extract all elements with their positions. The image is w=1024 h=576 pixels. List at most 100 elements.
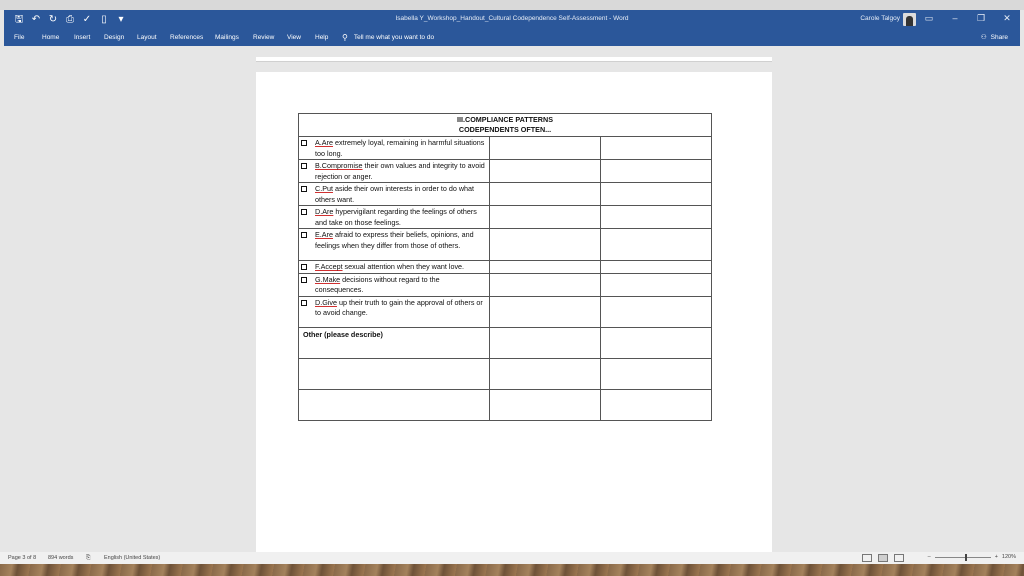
background-wood-floor <box>0 564 1024 576</box>
response-cell[interactable] <box>600 357 712 390</box>
table-row: D.Give up their truth to gain the approv… <box>298 295 712 328</box>
print-layout-icon[interactable] <box>878 554 888 562</box>
response-cell[interactable] <box>489 326 601 359</box>
response-cell[interactable] <box>489 136 601 160</box>
status-bar: Page 3 of 8 894 words ⎘ English (United … <box>0 552 1024 564</box>
ribbon-tabs: File Home Insert Design Layout Reference… <box>4 31 1020 46</box>
response-cell[interactable] <box>298 357 490 390</box>
item-text: D.Are hypervigilant regarding the feelin… <box>315 207 477 227</box>
item-text: E.Are afraid to express their beliefs, o… <box>315 230 474 250</box>
compliance-patterns-table[interactable]: III.COMPLIANCE PATTERNS CODEPENDENTS OFT… <box>298 113 712 421</box>
response-cell[interactable] <box>600 205 712 229</box>
document-page[interactable]: III.COMPLIANCE PATTERNS CODEPENDENTS OFT… <box>256 72 772 554</box>
response-cell[interactable] <box>600 295 712 328</box>
checkbox[interactable] <box>301 163 307 169</box>
lightbulb-icon: ⚲ <box>342 33 348 42</box>
checkbox[interactable] <box>301 209 307 215</box>
avatar[interactable] <box>903 13 916 26</box>
response-cell[interactable] <box>600 182 712 206</box>
response-cell[interactable] <box>489 272 601 297</box>
item-text: D.Give up their truth to gain the approv… <box>315 297 483 318</box>
tell-me-label: Tell me what you want to do <box>353 34 435 41</box>
minimize-button[interactable]: – <box>950 13 960 24</box>
table-row: Other (please describe) <box>298 326 712 359</box>
response-cell[interactable] <box>489 295 601 328</box>
tab-insert[interactable]: Insert <box>74 34 90 41</box>
response-cell[interactable] <box>489 388 601 421</box>
response-cell[interactable] <box>489 159 601 183</box>
close-button[interactable]: ✕ <box>1002 13 1012 24</box>
screen-top-strip <box>0 0 1024 10</box>
table-row: F.Accept sexual attention when they want… <box>298 260 712 274</box>
tab-view[interactable]: View <box>287 34 301 41</box>
table-row: C.Put aside their own interests in order… <box>298 182 712 206</box>
response-cell[interactable] <box>600 228 712 261</box>
tab-home[interactable]: Home <box>42 34 59 41</box>
checkbox[interactable] <box>301 299 307 306</box>
item-text: B.Compromise their own values and integr… <box>315 161 485 181</box>
table-subtitle: CODEPENDENTS OFTEN... <box>458 125 552 134</box>
table-row: E.Are afraid to express their beliefs, o… <box>298 228 712 261</box>
previous-page-bottom <box>256 57 772 62</box>
tab-design[interactable]: Design <box>104 34 124 41</box>
zoom-control: – + 120% <box>928 553 1016 561</box>
tab-review[interactable]: Review <box>253 34 274 41</box>
table-row <box>298 357 712 390</box>
table-row: A.Are extremely loyal, remaining in harm… <box>298 136 712 160</box>
item-text: C.Put aside their own interests in order… <box>315 184 475 204</box>
table-row <box>298 388 712 421</box>
response-cell[interactable] <box>600 159 712 183</box>
web-layout-icon[interactable] <box>894 554 904 562</box>
response-cell[interactable] <box>600 136 712 160</box>
response-cell[interactable] <box>489 205 601 229</box>
item-text: G.Make decisions without regard to the c… <box>315 274 440 295</box>
zoom-out-button[interactable]: – <box>928 554 931 560</box>
zoom-slider[interactable] <box>934 553 991 561</box>
zoom-level[interactable]: 120% <box>1002 554 1016 560</box>
table-header-row: III.COMPLIANCE PATTERNS CODEPENDENTS OFT… <box>298 113 712 137</box>
user-name[interactable]: Carole Talgoy <box>860 15 900 22</box>
checkbox[interactable] <box>301 276 307 283</box>
checkbox[interactable] <box>301 140 307 146</box>
response-cell[interactable] <box>489 357 601 390</box>
table-title: III.COMPLIANCE PATTERNS <box>457 115 553 124</box>
response-cell[interactable] <box>600 326 712 359</box>
page-count[interactable]: Page 3 of 8 <box>8 555 36 561</box>
item-text: F.Accept sexual attention when they want… <box>315 262 465 271</box>
tab-file[interactable]: File <box>14 34 24 41</box>
tab-layout[interactable]: Layout <box>137 34 157 41</box>
response-cell[interactable] <box>489 182 601 206</box>
other-label: Other (please describe) <box>303 329 383 339</box>
response-cell[interactable] <box>489 228 601 261</box>
read-mode-icon[interactable] <box>862 554 872 562</box>
table-title-cell: III.COMPLIANCE PATTERNS CODEPENDENTS OFT… <box>298 113 712 137</box>
restore-button[interactable]: ❐ <box>976 13 986 24</box>
table-row: B.Compromise their own values and integr… <box>298 159 712 183</box>
table-row: D.Are hypervigilant regarding the feelin… <box>298 205 712 229</box>
response-cell[interactable] <box>600 388 712 421</box>
checkbox[interactable] <box>301 232 307 238</box>
tab-mailings[interactable]: Mailings <box>215 34 239 41</box>
checkbox[interactable] <box>301 264 307 270</box>
tab-help[interactable]: Help <box>315 34 328 41</box>
tab-references[interactable]: References <box>170 34 203 41</box>
share-label: Share <box>990 33 1008 41</box>
response-cell[interactable] <box>489 260 601 274</box>
proofing-icon[interactable]: ⎘ <box>86 555 90 562</box>
word-count[interactable]: 894 words <box>48 555 73 561</box>
response-cell[interactable] <box>298 388 490 421</box>
zoom-in-button[interactable]: + <box>995 554 998 560</box>
checkbox[interactable] <box>301 186 307 192</box>
title-bar: 🖫 ↶ ↻ ⎙ ✓ ▯ ▾ Isabella Y_Workshop_Handou… <box>4 10 1020 31</box>
item-text: A.Are extremely loyal, remaining in harm… <box>315 138 485 158</box>
language-indicator[interactable]: English (United States) <box>104 555 160 561</box>
tell-me-box[interactable]: ⚲ Tell me what you want to do <box>342 33 434 42</box>
view-buttons <box>862 554 904 562</box>
ribbon-display-options-icon[interactable]: ▭ <box>924 13 934 24</box>
share-person-icon: ⚇ <box>980 34 987 41</box>
window-controls: ▭ – ❐ ✕ <box>924 13 1012 24</box>
response-cell[interactable] <box>600 272 712 297</box>
response-cell[interactable] <box>600 260 712 274</box>
table-row: G.Make decisions without regard to the c… <box>298 272 712 297</box>
share-button[interactable]: ⚇ Share <box>980 33 1008 42</box>
